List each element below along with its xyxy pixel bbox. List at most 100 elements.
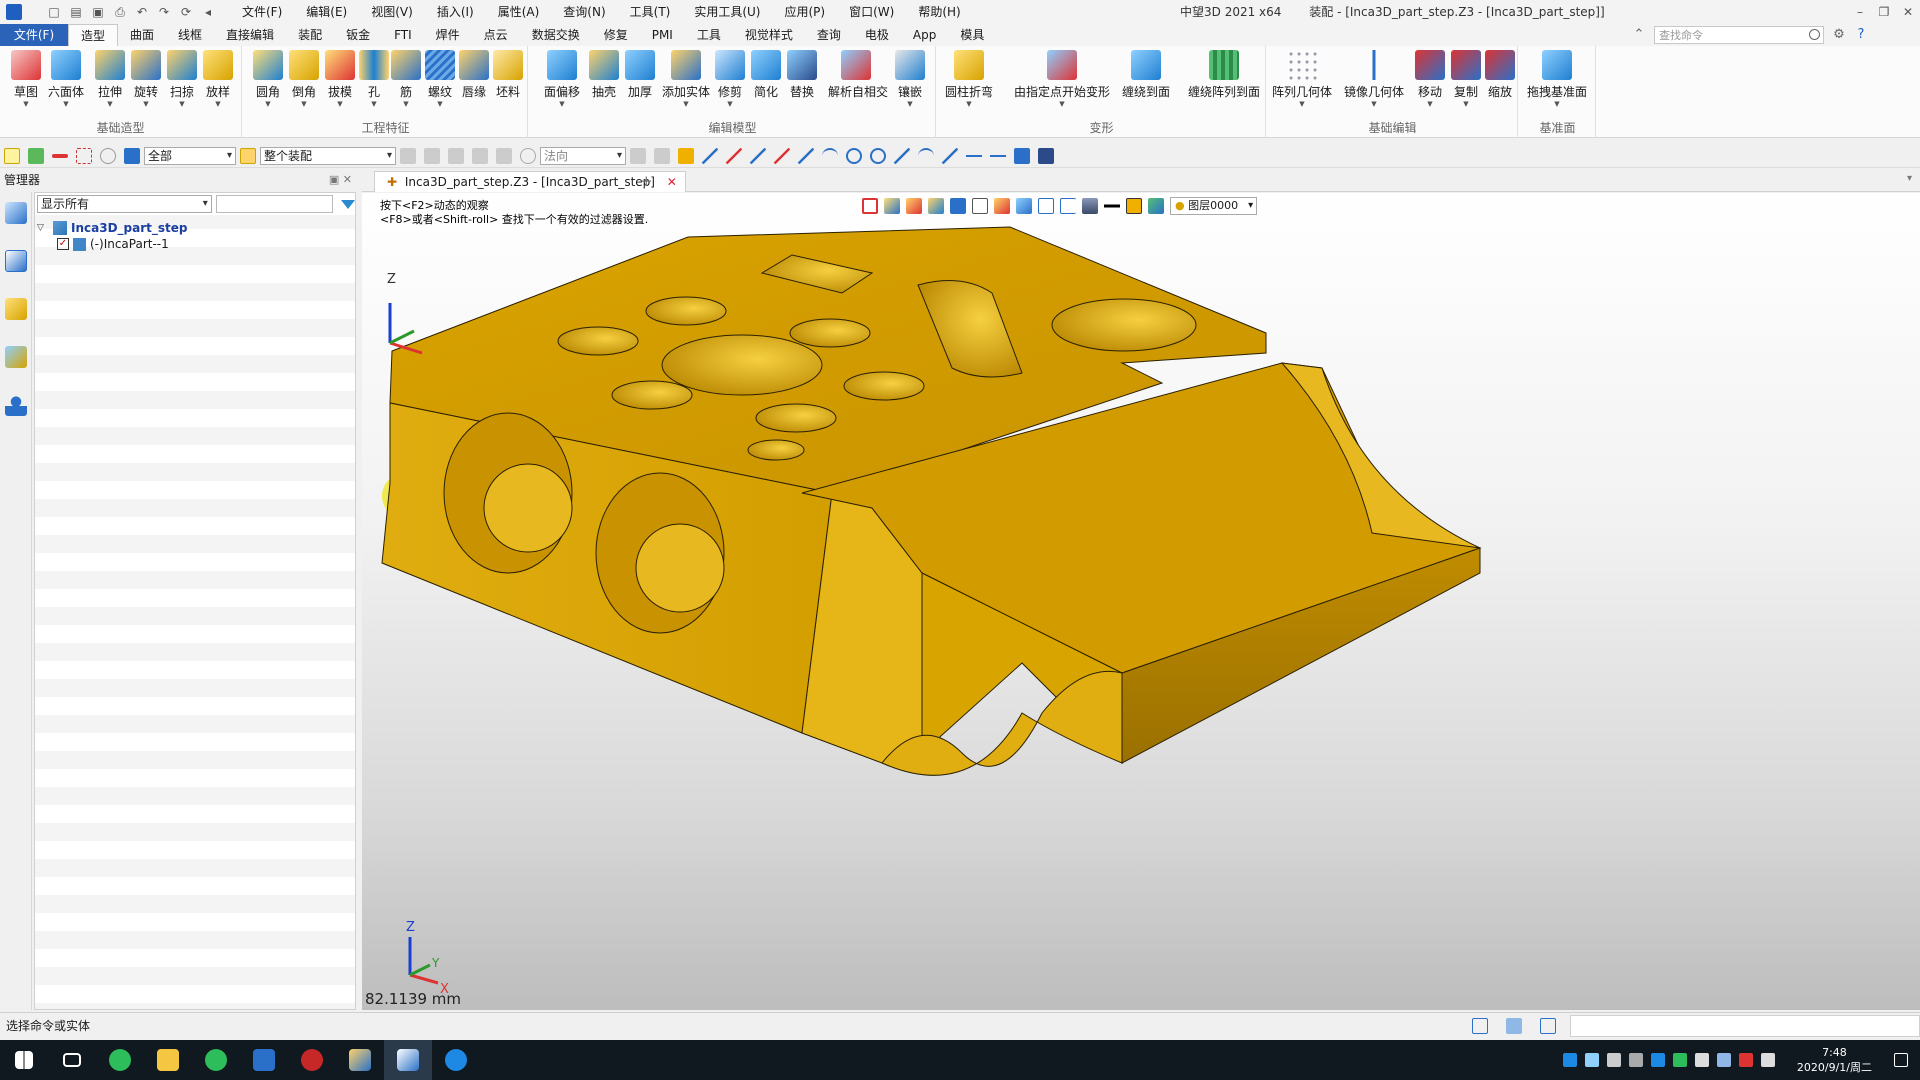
redo-icon[interactable]: ↷ (156, 4, 172, 20)
box-select-icon[interactable] (76, 147, 92, 164)
fillet-button[interactable]: 圆角 ▼ (250, 50, 286, 108)
print-icon[interactable]: ⎙ (112, 4, 128, 20)
tab-repair[interactable]: 修复 (592, 24, 640, 46)
part-list-icon[interactable] (4, 298, 27, 320)
pick-icon-3[interactable] (448, 147, 464, 164)
filter-select[interactable]: 全部 (144, 146, 236, 165)
menu-tools[interactable]: 工具(T) (618, 0, 683, 24)
status-input-field[interactable] (1570, 1015, 1920, 1037)
rib-button[interactable]: 筋 ▼ (388, 50, 424, 108)
snap-face-icon[interactable] (1014, 147, 1030, 164)
drag-datum-button[interactable]: 拖拽基准面 ▼ (1524, 50, 1590, 108)
point-deform-button[interactable]: 由指定点开始变形 ▼ (1012, 50, 1112, 108)
user-icon[interactable] (4, 394, 27, 416)
undo-icon[interactable]: ↶ (134, 4, 150, 20)
sweep-button[interactable]: 扫掠 ▼ (164, 50, 200, 108)
tab-list-chevron-icon[interactable]: ▾ (1907, 173, 1912, 184)
wrap-to-face-button[interactable]: 缠绕到面 (1118, 50, 1174, 100)
hole-5[interactable] (843, 371, 925, 401)
select-arrow-icon[interactable] (4, 147, 20, 164)
snap-line-icon-1[interactable] (702, 147, 718, 164)
hole-button[interactable]: 孔 ▼ (356, 50, 392, 108)
status-view-icon-3[interactable] (1540, 1018, 1556, 1034)
snap-point-icon[interactable] (678, 147, 694, 164)
pattern-geometry-button[interactable]: 阵列几何体 ▼ (1272, 50, 1332, 108)
tray-app-icon[interactable] (1738, 1053, 1753, 1067)
mirror-geometry-button[interactable]: 镜像几何体 ▼ (1344, 50, 1404, 108)
filter-icon[interactable] (341, 199, 355, 209)
tab-weldment[interactable]: 焊件 (424, 24, 472, 46)
resolve-self-intersect-button[interactable]: 解析自相交 (828, 50, 888, 100)
tab-assembly[interactable]: 装配 (286, 24, 334, 46)
pick-icon-4[interactable] (472, 147, 488, 164)
snap-line-icon-2[interactable] (726, 147, 742, 164)
collapse-toggle-icon[interactable]: ▽ (37, 219, 49, 237)
visibility-checkbox[interactable]: ✓ (57, 238, 69, 250)
history-tree-icon[interactable] (4, 202, 27, 224)
tab-file[interactable]: 文件(F) (0, 24, 68, 46)
snap-icon-2[interactable] (654, 147, 670, 164)
taskbar-app-zw3d-2[interactable] (384, 1040, 432, 1080)
close-icon[interactable]: ✕ (667, 175, 677, 189)
tray-qq-icon[interactable] (1562, 1053, 1577, 1067)
add-icon[interactable] (28, 147, 44, 164)
wrap-pattern-button[interactable]: 缠绕阵列到面 (1186, 50, 1262, 100)
restore-button[interactable]: ❐ (1872, 0, 1896, 24)
snap-line-icon-4[interactable] (798, 147, 814, 164)
menu-view[interactable]: 视图(V) (359, 0, 425, 24)
stock-button[interactable]: 坯料 (490, 50, 526, 100)
chamfer-button[interactable]: 倒角 ▼ (286, 50, 322, 108)
hole-1[interactable] (645, 296, 727, 326)
refresh-icon[interactable]: ⟳ (178, 4, 194, 20)
pick-icon-2[interactable] (424, 147, 440, 164)
close-button[interactable]: ✕ (1896, 0, 1920, 24)
start-button[interactable] (0, 1040, 48, 1080)
menu-attribute[interactable]: 属性(A) (486, 0, 552, 24)
snap-icon-1[interactable] (630, 147, 646, 164)
snap-center-icon[interactable] (846, 147, 862, 164)
front-boss-1[interactable] (483, 463, 573, 553)
tree-node-part[interactable]: ✓ (-)IncaPart--1 (57, 235, 169, 253)
taskbar-app-writer[interactable] (240, 1040, 288, 1080)
assembly-tree-icon[interactable] (4, 250, 27, 272)
tab-surface[interactable]: 曲面 (118, 24, 166, 46)
save-icon[interactable]: ▣ (90, 4, 106, 20)
draft-button[interactable]: 拔模 ▼ (322, 50, 358, 108)
menu-window[interactable]: 窗口(W) (837, 0, 906, 24)
box-button[interactable]: 六面体 ▼ (48, 50, 84, 108)
part-model[interactable]: Z Z Y X (362, 193, 1920, 1010)
tab-visual-style[interactable]: 视觉样式 (733, 24, 805, 46)
snap-curve-icon[interactable] (918, 147, 934, 164)
pin-panel-icon[interactable]: ▣ (329, 173, 339, 186)
settings-gear-icon[interactable]: ⚙ (1832, 28, 1846, 42)
snap-tangent-icon[interactable] (894, 147, 910, 164)
face-offset-button[interactable]: 面偏移 ▼ (540, 50, 584, 108)
tab-point-cloud[interactable]: 点云 (472, 24, 520, 46)
search-icon[interactable] (1809, 29, 1820, 40)
snap-angle-icon[interactable] (750, 147, 766, 164)
tab-mold[interactable]: 模具 (948, 24, 996, 46)
menu-help[interactable]: 帮助(H) (906, 0, 972, 24)
snap-circle-icon[interactable] (870, 147, 886, 164)
lip-button[interactable]: 唇缘 (456, 50, 492, 100)
hole-large[interactable] (661, 334, 823, 396)
tray-volume-icon[interactable] (1760, 1053, 1775, 1067)
add-tab-icon[interactable]: + (640, 172, 653, 190)
menu-file[interactable]: 文件(F) (230, 0, 294, 24)
tree-search-input[interactable] (215, 195, 333, 213)
command-search-input[interactable]: 查找命令 (1654, 26, 1824, 44)
tab-electrode[interactable]: 电极 (853, 24, 901, 46)
thread-button[interactable]: 螺纹 ▼ (422, 50, 458, 108)
notification-icon[interactable] (1894, 1053, 1908, 1067)
taskbar-app-red[interactable] (288, 1040, 336, 1080)
minimize-button[interactable]: – (1848, 0, 1872, 24)
menu-utilities[interactable]: 实用工具(U) (682, 0, 772, 24)
filter-funnel-icon[interactable] (124, 147, 140, 164)
menu-apps[interactable]: 应用(P) (773, 0, 838, 24)
snap-vertical-icon[interactable] (990, 147, 1006, 164)
taskbar-app-browser[interactable] (96, 1040, 144, 1080)
tab-direct-edit[interactable]: 直接编辑 (214, 24, 286, 46)
snap-line-icon-3[interactable] (774, 147, 790, 164)
trim-button[interactable]: 修剪 ▼ (712, 50, 748, 108)
menu-edit[interactable]: 编辑(E) (294, 0, 359, 24)
